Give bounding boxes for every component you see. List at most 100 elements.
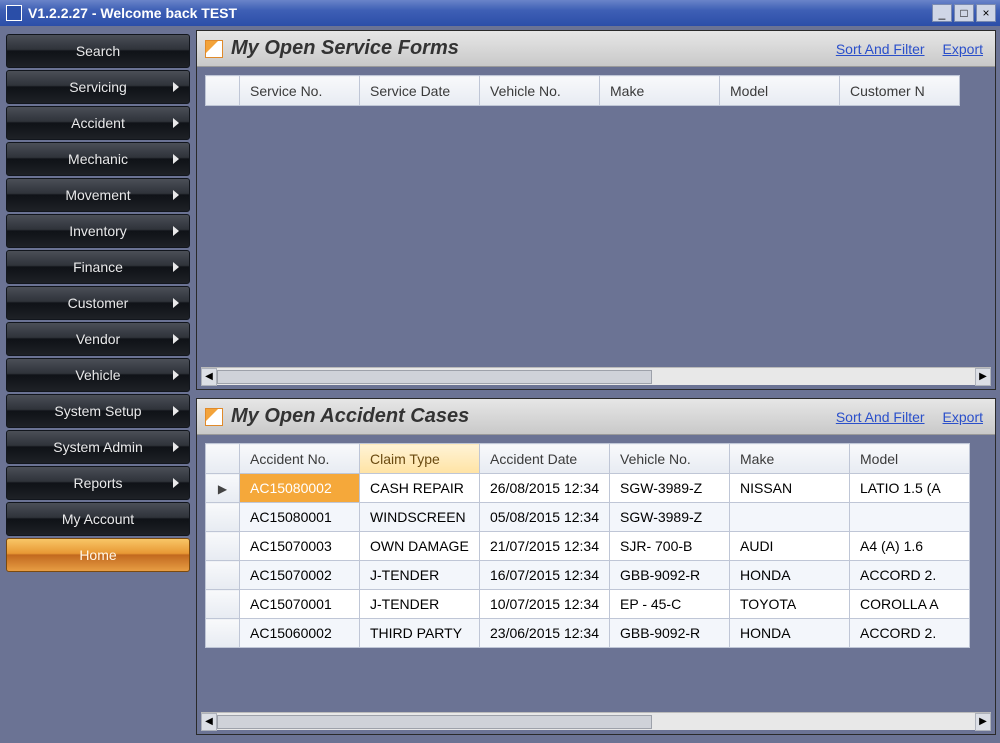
row-header-corner xyxy=(206,444,240,474)
chevron-right-icon xyxy=(173,118,179,128)
chevron-right-icon xyxy=(173,442,179,452)
chevron-right-icon xyxy=(173,82,179,92)
cell-accident-date[interactable]: 26/08/2015 12:34 xyxy=(480,474,610,503)
cell-model[interactable]: ACCORD 2. xyxy=(850,561,970,590)
cell-vehicle-no[interactable]: SGW-3989-Z xyxy=(610,474,730,503)
table-row[interactable]: AC15070001J-TENDER10/07/2015 12:34EP - 4… xyxy=(206,590,970,619)
minimize-button[interactable]: _ xyxy=(932,4,952,22)
column-header[interactable]: Vehicle No. xyxy=(610,444,730,474)
table-row[interactable]: AC15070002J-TENDER16/07/2015 12:34GBB-90… xyxy=(206,561,970,590)
cell-vehicle-no[interactable]: SGW-3989-Z xyxy=(610,503,730,532)
cell-vehicle-no[interactable]: GBB-9092-R xyxy=(610,561,730,590)
sidebar-item-vehicle[interactable]: Vehicle xyxy=(6,358,190,392)
table-row[interactable]: AC15060002THIRD PARTY23/06/2015 12:34GBB… xyxy=(206,619,970,648)
sidebar-item-system-setup[interactable]: System Setup xyxy=(6,394,190,428)
cell-model[interactable]: ACCORD 2. xyxy=(850,619,970,648)
sidebar-item-inventory[interactable]: Inventory xyxy=(6,214,190,248)
row-indicator xyxy=(206,590,240,619)
cell-claim-type[interactable]: WINDSCREEN xyxy=(360,503,480,532)
cell-accident-no[interactable]: AC15080001 xyxy=(240,503,360,532)
cell-model[interactable] xyxy=(850,503,970,532)
sidebar-item-label: Home xyxy=(79,547,116,563)
service-forms-panel: My Open Service Forms Sort And Filter Ex… xyxy=(196,30,996,390)
cell-accident-date[interactable]: 23/06/2015 12:34 xyxy=(480,619,610,648)
column-header[interactable]: Claim Type xyxy=(360,444,480,474)
row-indicator: ▶ xyxy=(206,474,240,503)
cell-claim-type[interactable]: THIRD PARTY xyxy=(360,619,480,648)
scroll-right-button[interactable]: ▶ xyxy=(975,368,991,386)
scroll-left-button[interactable]: ◀ xyxy=(201,713,217,731)
sidebar-item-label: Vehicle xyxy=(75,367,120,383)
service-grid: Service No.Service DateVehicle No.MakeMo… xyxy=(197,67,995,367)
scroll-thumb[interactable] xyxy=(217,370,652,384)
export-link[interactable]: Export xyxy=(943,41,983,57)
cell-make[interactable]: HONDA xyxy=(730,561,850,590)
sort-and-filter-link[interactable]: Sort And Filter xyxy=(836,409,925,425)
service-table: Service No.Service DateVehicle No.MakeMo… xyxy=(205,75,960,106)
cell-claim-type[interactable]: J-TENDER xyxy=(360,561,480,590)
column-header[interactable]: Model xyxy=(850,444,970,474)
cell-vehicle-no[interactable]: GBB-9092-R xyxy=(610,619,730,648)
sidebar-item-vendor[interactable]: Vendor xyxy=(6,322,190,356)
sidebar-item-label: Vendor xyxy=(76,331,120,347)
sidebar-item-accident[interactable]: Accident xyxy=(6,106,190,140)
scroll-right-button[interactable]: ▶ xyxy=(975,713,991,731)
table-row[interactable]: AC15080001WINDSCREEN05/08/2015 12:34SGW-… xyxy=(206,503,970,532)
sidebar-item-home[interactable]: Home xyxy=(6,538,190,572)
sort-and-filter-link[interactable]: Sort And Filter xyxy=(836,41,925,57)
table-row[interactable]: ▶AC15080002CASH REPAIR26/08/2015 12:34SG… xyxy=(206,474,970,503)
maximize-button[interactable]: □ xyxy=(954,4,974,22)
column-header[interactable]: Accident No. xyxy=(240,444,360,474)
column-header[interactable]: Customer N xyxy=(840,76,960,106)
sidebar-item-system-admin[interactable]: System Admin xyxy=(6,430,190,464)
scroll-thumb[interactable] xyxy=(217,715,652,729)
scroll-left-button[interactable]: ◀ xyxy=(201,368,217,386)
cell-accident-date[interactable]: 21/07/2015 12:34 xyxy=(480,532,610,561)
cell-make[interactable]: AUDI xyxy=(730,532,850,561)
sidebar-item-search[interactable]: Search xyxy=(6,34,190,68)
cell-claim-type[interactable]: OWN DAMAGE xyxy=(360,532,480,561)
accident-table: Accident No.Claim TypeAccident DateVehic… xyxy=(205,443,970,648)
cell-model[interactable]: A4 (A) 1.6 xyxy=(850,532,970,561)
column-header[interactable]: Make xyxy=(730,444,850,474)
cell-accident-no[interactable]: AC15070003 xyxy=(240,532,360,561)
close-button[interactable]: × xyxy=(976,4,996,22)
cell-accident-no[interactable]: AC15080002 xyxy=(240,474,360,503)
cell-vehicle-no[interactable]: EP - 45-C xyxy=(610,590,730,619)
cell-accident-no[interactable]: AC15060002 xyxy=(240,619,360,648)
cell-model[interactable]: LATIO 1.5 (A xyxy=(850,474,970,503)
cell-accident-no[interactable]: AC15070002 xyxy=(240,561,360,590)
horizontal-scrollbar[interactable]: ◀ ▶ xyxy=(201,367,991,385)
chevron-right-icon xyxy=(173,262,179,272)
chevron-right-icon xyxy=(173,370,179,380)
column-header[interactable]: Service No. xyxy=(240,76,360,106)
sidebar-item-mechanic[interactable]: Mechanic xyxy=(6,142,190,176)
cell-make[interactable]: HONDA xyxy=(730,619,850,648)
cell-claim-type[interactable]: CASH REPAIR xyxy=(360,474,480,503)
column-header[interactable]: Accident Date xyxy=(480,444,610,474)
table-row[interactable]: AC15070003OWN DAMAGE21/07/2015 12:34SJR-… xyxy=(206,532,970,561)
cell-claim-type[interactable]: J-TENDER xyxy=(360,590,480,619)
cell-accident-date[interactable]: 05/08/2015 12:34 xyxy=(480,503,610,532)
sidebar-item-movement[interactable]: Movement xyxy=(6,178,190,212)
cell-accident-no[interactable]: AC15070001 xyxy=(240,590,360,619)
cell-accident-date[interactable]: 10/07/2015 12:34 xyxy=(480,590,610,619)
cell-make[interactable]: NISSAN xyxy=(730,474,850,503)
column-header[interactable]: Service Date xyxy=(360,76,480,106)
sidebar-item-my-account[interactable]: My Account xyxy=(6,502,190,536)
sidebar-item-finance[interactable]: Finance xyxy=(6,250,190,284)
sidebar-item-reports[interactable]: Reports xyxy=(6,466,190,500)
cell-make[interactable] xyxy=(730,503,850,532)
sidebar-item-servicing[interactable]: Servicing xyxy=(6,70,190,104)
column-header[interactable]: Vehicle No. xyxy=(480,76,600,106)
column-header[interactable]: Model xyxy=(720,76,840,106)
horizontal-scrollbar[interactable]: ◀ ▶ xyxy=(201,712,991,730)
sidebar-item-customer[interactable]: Customer xyxy=(6,286,190,320)
row-indicator xyxy=(206,561,240,590)
cell-model[interactable]: COROLLA A xyxy=(850,590,970,619)
column-header[interactable]: Make xyxy=(600,76,720,106)
cell-make[interactable]: TOYOTA xyxy=(730,590,850,619)
export-link[interactable]: Export xyxy=(943,409,983,425)
cell-vehicle-no[interactable]: SJR- 700-B xyxy=(610,532,730,561)
cell-accident-date[interactable]: 16/07/2015 12:34 xyxy=(480,561,610,590)
